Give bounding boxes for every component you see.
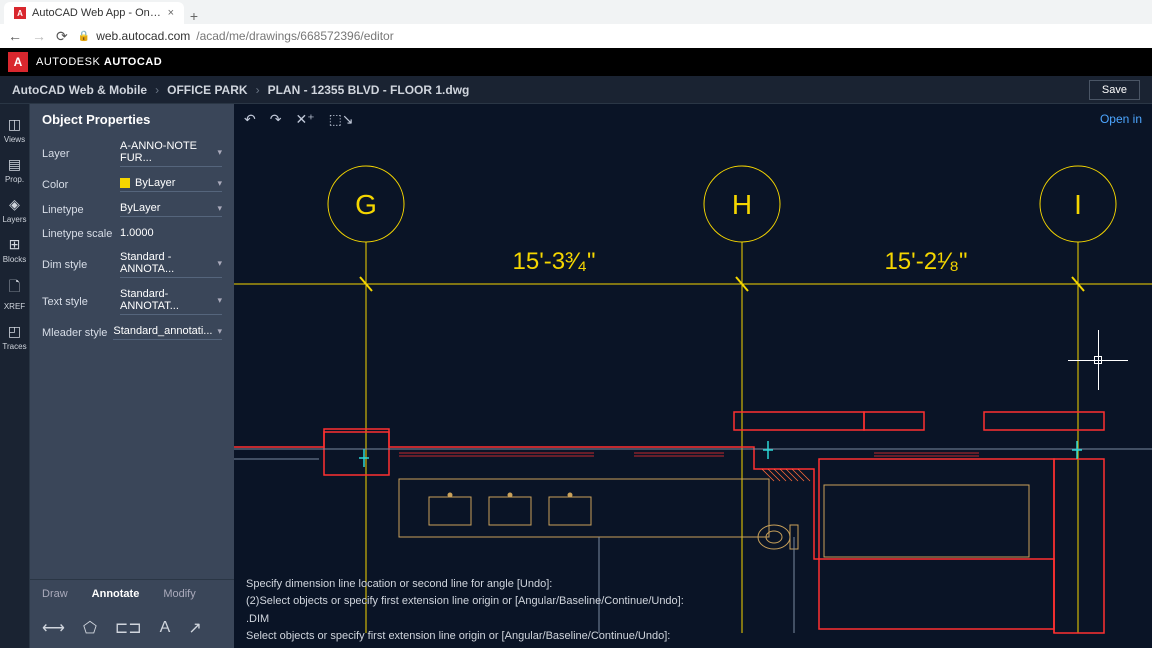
canvas-area: ↶ ↷ ✕⁺ ⬚↘ Open in G H I — [234, 104, 1152, 648]
reload-button[interactable]: ⟳ — [56, 28, 68, 45]
back-button[interactable]: ← — [8, 28, 22, 44]
undo-icon[interactable]: ↶ — [244, 111, 256, 128]
linetype-dropdown[interactable]: ByLayer▾ — [120, 202, 222, 217]
blocks-icon: ⊞ — [9, 236, 21, 253]
dim-angular-icon[interactable]: ⊏⊐ — [115, 618, 142, 638]
textstyle-dropdown[interactable]: Standard-ANNOTAT...▾ — [120, 288, 222, 315]
breadcrumb-item[interactable]: AutoCAD Web & Mobile — [12, 83, 147, 97]
prop-row-ltscale: Linetype scale 1.0000 — [30, 222, 234, 246]
chevron-down-icon: ▾ — [217, 295, 222, 306]
properties-panel: Object Properties Layer A-ANNO-NOTE FUR.… — [30, 104, 234, 648]
close-tab-icon[interactable]: × — [168, 7, 174, 19]
layer-dropdown[interactable]: A-ANNO-NOTE FUR...▾ — [120, 140, 222, 167]
drawing-svg: G H I 15'-3³⁄₄" 15'-2¹⁄₈" — [234, 134, 1152, 648]
svg-text:H: H — [732, 189, 752, 220]
drawing-viewport[interactable]: G H I 15'-3³⁄₄" 15'-2¹⁄₈" — [234, 134, 1152, 648]
layers-icon: ◈ — [9, 196, 20, 213]
tab-draw[interactable]: Draw — [30, 580, 80, 608]
tab-annotate[interactable]: Annotate — [80, 580, 152, 608]
chevron-down-icon: ▾ — [217, 203, 222, 214]
properties-icon: ▤ — [8, 156, 21, 173]
breadcrumb-item[interactable]: PLAN - 12355 BLVD - FLOOR 1.dwg — [268, 83, 470, 97]
mleader-dropdown[interactable]: Standard_annotati...▾ — [113, 325, 222, 340]
favicon-icon: A — [14, 7, 26, 19]
rail-traces[interactable]: ◰Traces — [0, 317, 30, 357]
color-dropdown[interactable]: ByLayer▾ — [120, 177, 222, 192]
tool-tabs: Draw Annotate Modify — [30, 579, 234, 608]
lock-icon: 🔒 — [78, 31, 90, 42]
panel-title: Object Properties — [30, 104, 234, 135]
dim-revision-icon[interactable]: ⬠ — [83, 618, 97, 638]
dimstyle-dropdown[interactable]: Standard - ANNOTA...▾ — [120, 251, 222, 278]
ltscale-input[interactable]: 1.0000 — [120, 227, 222, 241]
rail-properties[interactable]: ▤Prop. — [0, 150, 30, 190]
browser-chrome: A AutoCAD Web App - Online CAD × + ← → ⟳… — [0, 0, 1152, 48]
url-field[interactable]: 🔒 web.autocad.com/acad/me/drawings/66857… — [78, 29, 394, 43]
chevron-down-icon: ▾ — [217, 147, 222, 158]
left-rail: ◫Views ▤Prop. ◈Layers ⊞Blocks 🗋XREF ◰Tra… — [0, 104, 30, 648]
prop-row-mleader: Mleader style Standard_annotati...▾ — [30, 320, 234, 345]
chevron-down-icon: ▾ — [217, 178, 222, 189]
breadcrumb-bar: AutoCAD Web & Mobile › OFFICE PARK › PLA… — [0, 76, 1152, 104]
select-icon[interactable]: ⬚↘ — [329, 111, 354, 128]
traces-icon: ◰ — [8, 323, 21, 340]
tool-row: ⟷ ⬠ ⊏⊐ A ↗ — [30, 608, 234, 648]
url-host: web.autocad.com — [96, 29, 190, 43]
tab-title: AutoCAD Web App - Online CAD — [32, 7, 162, 19]
url-path: /acad/me/drawings/668572396/editor — [196, 29, 393, 43]
tab-modify[interactable]: Modify — [151, 580, 207, 608]
dim-linear-icon[interactable]: ⟷ — [42, 618, 65, 638]
prop-row-textstyle: Text style Standard-ANNOTAT...▾ — [30, 283, 234, 320]
rail-xref[interactable]: 🗋XREF — [0, 270, 30, 317]
canvas-toolbar: ↶ ↷ ✕⁺ ⬚↘ Open in — [234, 104, 1152, 134]
svg-text:G: G — [355, 189, 377, 220]
prop-row-layer: Layer A-ANNO-NOTE FUR...▾ — [30, 135, 234, 172]
chevron-right-icon: › — [256, 83, 260, 97]
chevron-down-icon: ▾ — [217, 326, 222, 337]
rail-views[interactable]: ◫Views — [0, 110, 30, 150]
chevron-right-icon: › — [155, 83, 159, 97]
rail-blocks[interactable]: ⊞Blocks — [0, 230, 30, 270]
open-in-link[interactable]: Open in — [1100, 112, 1142, 126]
prop-row-dimstyle: Dim style Standard - ANNOTA...▾ — [30, 246, 234, 283]
svg-text:I: I — [1074, 189, 1082, 220]
prop-row-color: Color ByLayer▾ — [30, 172, 234, 197]
leader-icon[interactable]: ↗ — [188, 618, 201, 638]
rail-layers[interactable]: ◈Layers — [0, 190, 30, 230]
xref-icon: 🗋 — [9, 276, 20, 300]
views-icon: ◫ — [8, 116, 21, 133]
address-bar: ← → ⟳ 🔒 web.autocad.com/acad/me/drawings… — [0, 24, 1152, 48]
app-header: A AUTODESK AUTOCAD — [0, 48, 1152, 76]
browser-tab[interactable]: A AutoCAD Web App - Online CAD × — [4, 2, 184, 24]
svg-text:15'-2¹⁄₈": 15'-2¹⁄₈" — [884, 248, 967, 275]
svg-text:15'-3³⁄₄": 15'-3³⁄₄" — [513, 248, 596, 275]
forward-button[interactable]: → — [32, 28, 46, 44]
chevron-down-icon: ▾ — [217, 258, 222, 269]
app-logo-icon: A — [8, 52, 28, 72]
brand-text: AUTODESK AUTOCAD — [36, 56, 162, 68]
snap-icon[interactable]: ✕⁺ — [295, 111, 314, 128]
breadcrumb-item[interactable]: OFFICE PARK — [167, 83, 247, 97]
redo-icon[interactable]: ↷ — [270, 111, 282, 128]
tab-bar: A AutoCAD Web App - Online CAD × + — [0, 0, 1152, 24]
new-tab-button[interactable]: + — [184, 8, 204, 24]
text-icon[interactable]: A — [160, 619, 171, 637]
prop-row-linetype: Linetype ByLayer▾ — [30, 197, 234, 222]
save-button[interactable]: Save — [1089, 80, 1140, 100]
color-swatch — [120, 178, 130, 188]
